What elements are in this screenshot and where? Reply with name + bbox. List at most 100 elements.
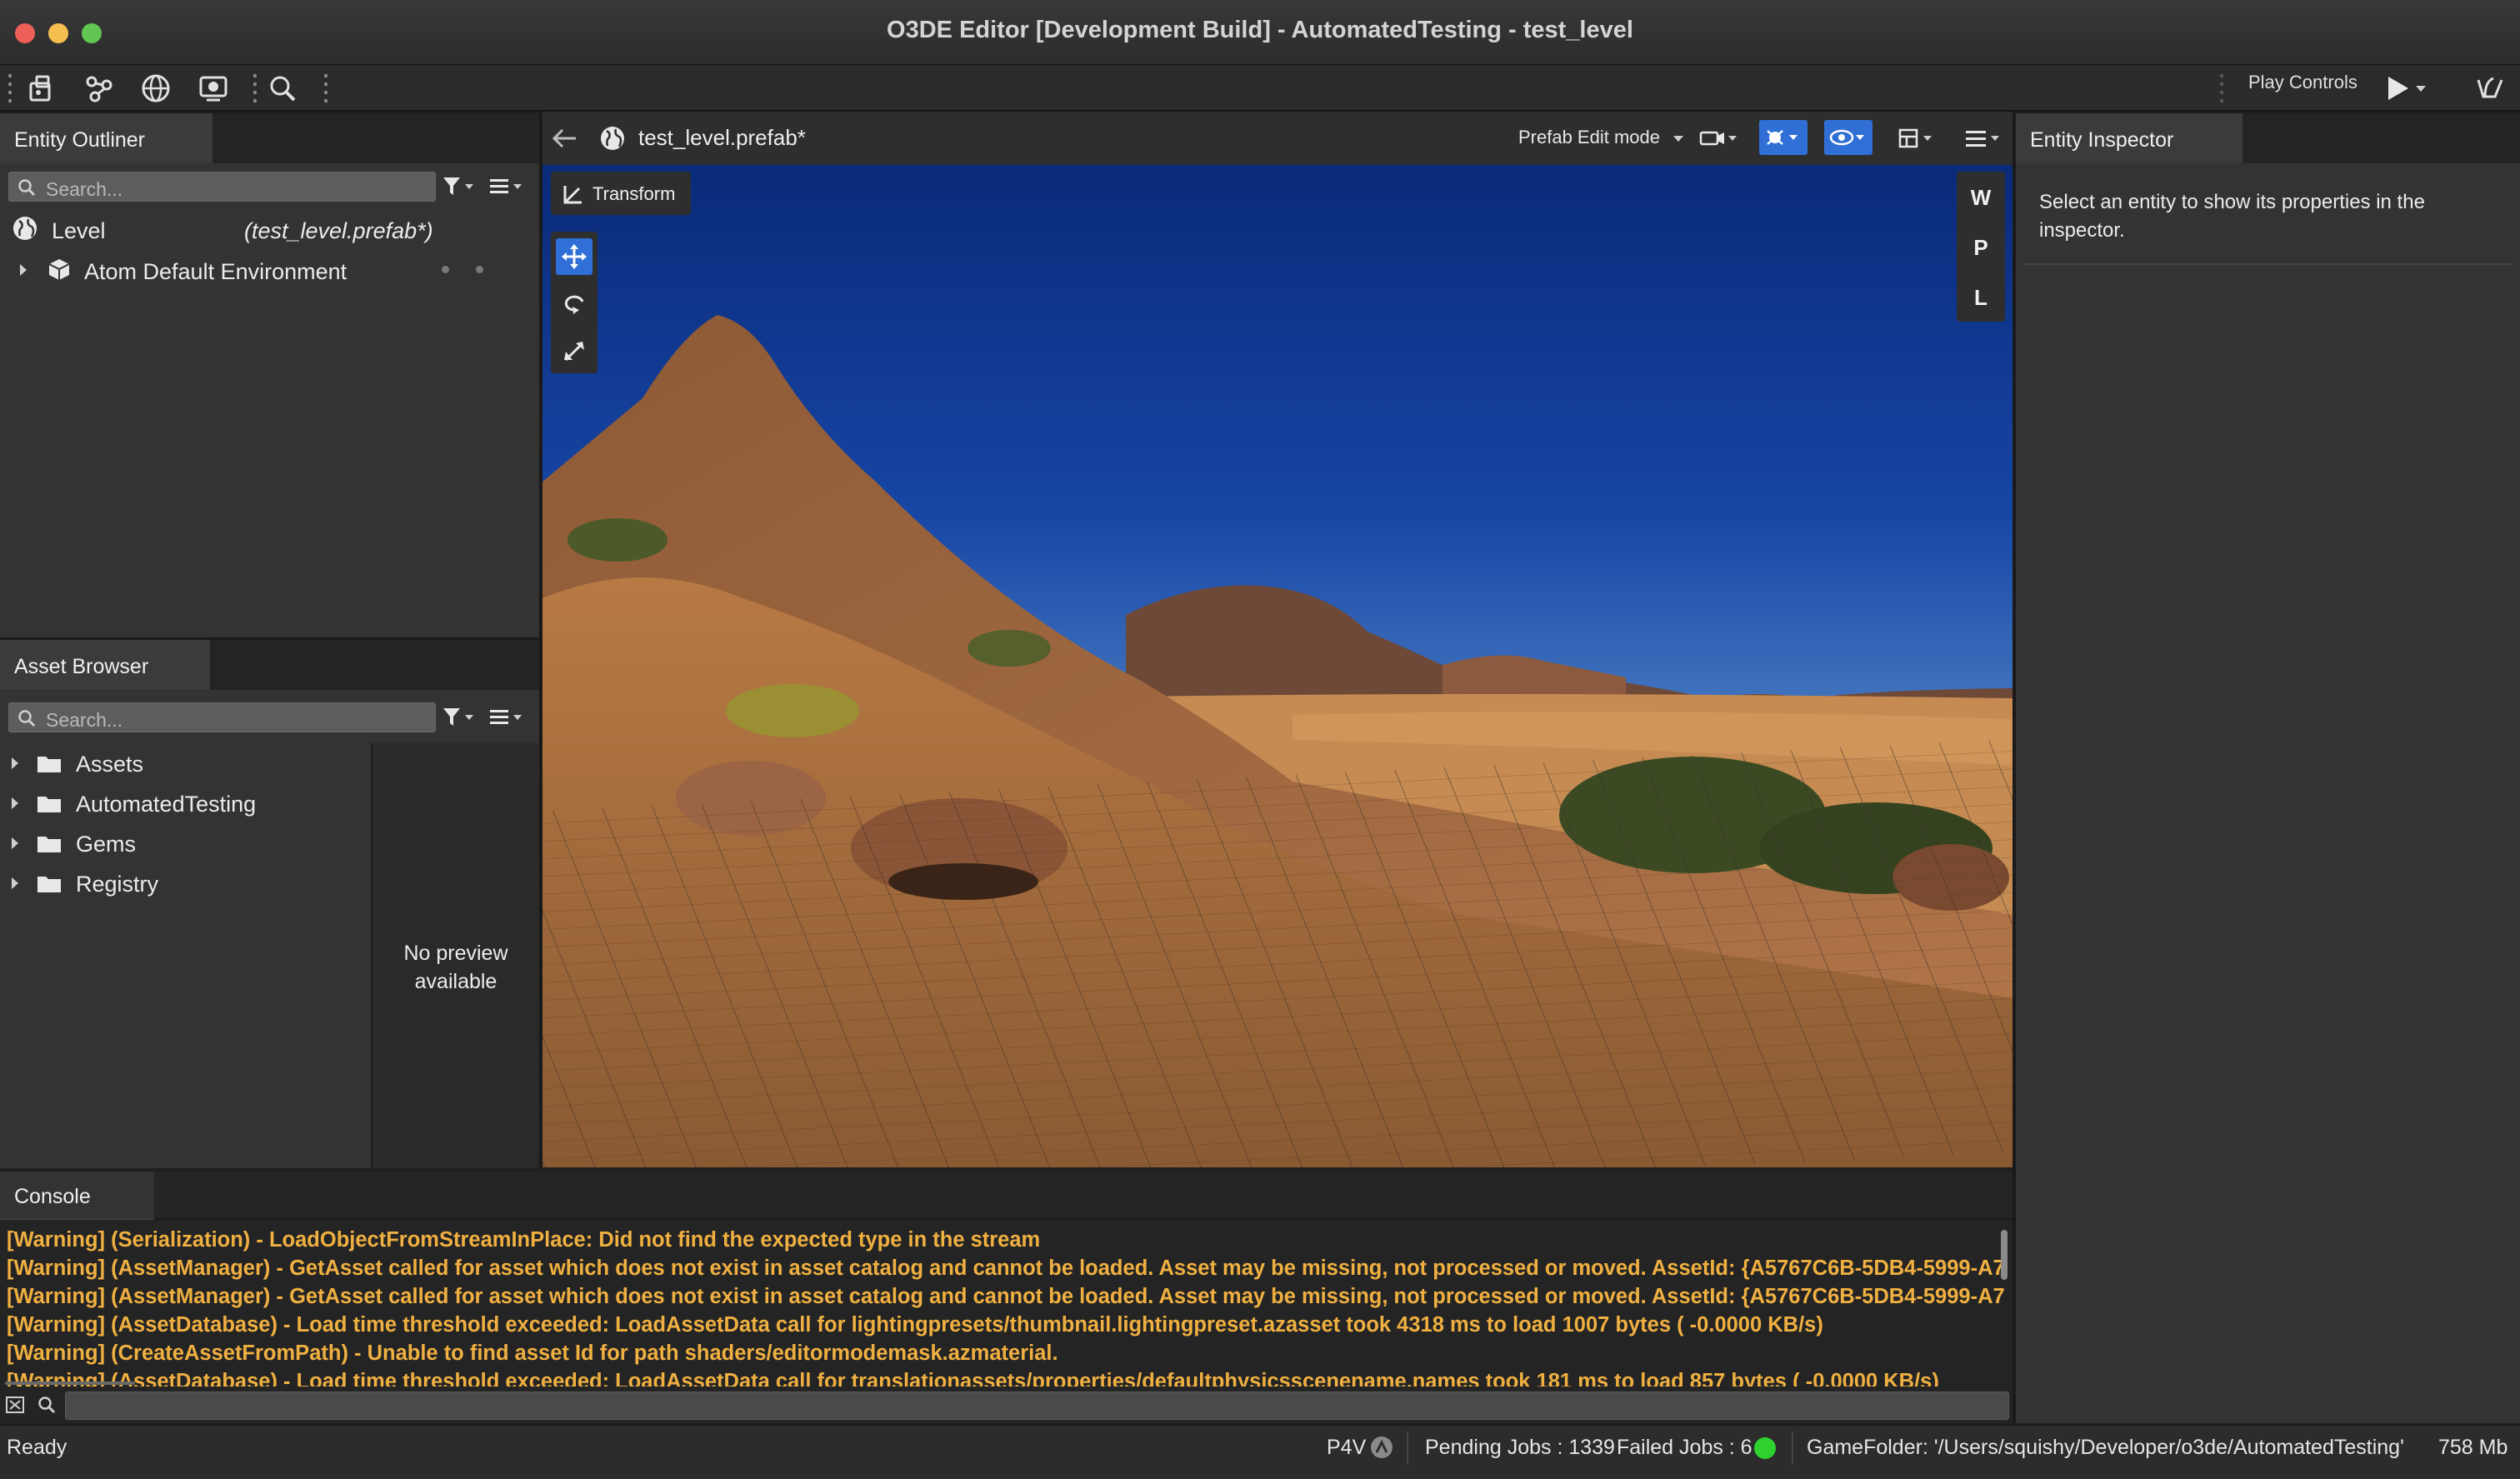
- tab-console[interactable]: Console: [0, 1172, 154, 1220]
- asset-preview-pane: No preview available: [371, 743, 539, 1168]
- console-line: [Warning] (Serialization) - LoadObjectFr…: [7, 1228, 1041, 1252]
- toolbar-separator: [324, 72, 328, 105]
- entity-row[interactable]: Atom Default Environment: [0, 252, 508, 288]
- scene-render: [542, 165, 2012, 1167]
- filter-icon[interactable]: [442, 706, 478, 729]
- console-log: [Warning] (Serialization) - LoadObjectFr…: [0, 1222, 2004, 1387]
- toolbar-grip: [2220, 72, 2223, 105]
- parent-space-button[interactable]: P: [1957, 235, 2005, 261]
- viewport-options-icon[interactable]: [1963, 125, 2005, 152]
- expand-arrow-icon[interactable]: [20, 264, 27, 276]
- list-options-icon[interactable]: [488, 175, 528, 198]
- folder-row[interactable]: Assets: [0, 743, 367, 783]
- failed-jobs[interactable]: Failed Jobs : 6: [1617, 1436, 1752, 1460]
- lock-dot-icon[interactable]: [476, 266, 483, 273]
- asset-search-input[interactable]: Search...: [8, 702, 436, 732]
- p4v-status-icon[interactable]: [1369, 1435, 1394, 1460]
- console-line: [Warning] (AssetDatabase) - Load time th…: [7, 1313, 1823, 1337]
- memory-usage: 758 Mb: [2438, 1436, 2508, 1459]
- folder-row[interactable]: Registry: [0, 863, 367, 903]
- world-space-button[interactable]: W: [1957, 185, 2005, 211]
- inspector-message-line2: inspector.: [2039, 219, 2125, 242]
- p4v-label[interactable]: P4V: [1327, 1436, 1366, 1460]
- divider: [2024, 263, 2512, 265]
- status-divider: [1407, 1432, 1408, 1465]
- expand-arrow-icon[interactable]: [12, 757, 18, 769]
- globe-icon[interactable]: [139, 72, 172, 105]
- expand-arrow-icon[interactable]: [12, 797, 18, 809]
- transform-button[interactable]: Transform: [551, 172, 691, 215]
- rotate-tool-icon[interactable]: [561, 290, 588, 317]
- pending-jobs: Pending Jobs : 1339: [1425, 1436, 1615, 1459]
- inspector-message: Select an entity to show its properties …: [2039, 188, 2506, 245]
- console-command-input[interactable]: [65, 1392, 2009, 1420]
- expand-arrow-icon[interactable]: [12, 837, 18, 849]
- play-game-button[interactable]: [2380, 72, 2413, 105]
- local-space-button[interactable]: L: [1957, 285, 2005, 311]
- expand-arrow-icon[interactable]: [12, 877, 18, 889]
- camera-icon[interactable]: [1698, 125, 1740, 152]
- folder-icon: [38, 757, 61, 772]
- folder-label: Gems: [76, 832, 137, 857]
- tab-entity-inspector[interactable]: Entity Inspector: [2016, 113, 2242, 163]
- level-prefab-name: (test_level.prefab*): [244, 218, 433, 243]
- globe-icon: [13, 217, 37, 240]
- inspector-message-line1: Select an entity to show its properties …: [2039, 191, 2425, 213]
- filter-icon[interactable]: [442, 175, 478, 198]
- scale-tool-icon[interactable]: [561, 338, 588, 365]
- globe-icon: [601, 127, 624, 150]
- title-bar: O3DE Editor [Development Build] - Automa…: [0, 0, 2520, 65]
- prefab-edit-mode-label: Prefab Edit mode: [1518, 127, 1660, 147]
- asset-processor-status-icon: [1754, 1437, 1776, 1459]
- folder-icon: [38, 837, 61, 852]
- status-ready: Ready: [7, 1436, 68, 1459]
- search-icon: [18, 179, 36, 197]
- visibility-toggle[interactable]: [1824, 120, 1872, 155]
- prefab-lock-icon[interactable]: [23, 72, 57, 105]
- tab-entity-outliner[interactable]: Entity Outliner: [0, 113, 212, 163]
- entity-outliner-panel: Entity Outliner Search... Level (test_le…: [0, 113, 539, 637]
- horizontal-scrollbar[interactable]: [5, 1382, 135, 1385]
- splitter-vertical[interactable]: [2012, 113, 2016, 1423]
- search-placeholder: Search...: [46, 709, 123, 731]
- back-arrow-icon[interactable]: [551, 125, 579, 152]
- asset-browser-panel: Asset Browser Search... Assets Automated…: [0, 640, 539, 1168]
- material-editor-icon[interactable]: [197, 72, 230, 105]
- chevron-down-icon: [1673, 135, 1684, 142]
- clear-console-icon[interactable]: [5, 1395, 27, 1415]
- debug-helpers-toggle[interactable]: [1759, 120, 1808, 155]
- folder-row[interactable]: AutomatedTesting: [0, 783, 367, 823]
- entity-label: Atom Default Environment: [84, 259, 348, 284]
- visibility-dot-icon[interactable]: [442, 266, 449, 273]
- folder-row[interactable]: Gems: [0, 823, 367, 863]
- main-toolbar: [0, 65, 2520, 112]
- layout-icon[interactable]: [1897, 125, 1938, 152]
- scripting-graph-icon[interactable]: [83, 72, 117, 105]
- prefab-edit-mode-dropdown[interactable]: Prefab Edit mode: [1518, 127, 1684, 148]
- console-scrollbar[interactable]: [2001, 1230, 2008, 1280]
- play-controls-label: Play Controls: [2248, 72, 2358, 92]
- console-line: [Warning] (AssetManager) - GetAsset call…: [7, 1257, 2004, 1280]
- transform-icon: [563, 186, 582, 204]
- window-title: O3DE Editor [Development Build] - Automa…: [887, 17, 1633, 43]
- folder-label: AutomatedTesting: [76, 792, 257, 817]
- asset-tree: Assets AutomatedTesting Gems Registry: [0, 743, 371, 1168]
- move-arrows-icon: [562, 244, 587, 269]
- tab-asset-browser[interactable]: Asset Browser: [0, 640, 210, 690]
- folder-label: Assets: [76, 752, 144, 777]
- entity-search-input[interactable]: Search...: [8, 172, 436, 202]
- list-options-icon[interactable]: [488, 706, 528, 729]
- viewport[interactable]: Transform W P L: [542, 165, 2012, 1167]
- chevron-down-icon[interactable]: [2413, 72, 2430, 105]
- toolbar-grip[interactable]: [8, 72, 12, 105]
- level-row[interactable]: Level (test_level.prefab*): [0, 210, 508, 247]
- console-line: [Warning] (AssetDatabase) - Load time th…: [7, 1370, 1939, 1387]
- folder-icon: [38, 797, 61, 812]
- move-tool-button[interactable]: [556, 238, 592, 275]
- search-icon: [18, 710, 36, 727]
- simulate-icon[interactable]: [2473, 72, 2507, 105]
- preview-text-line2: available: [414, 970, 498, 993]
- splitter-horizontal[interactable]: [0, 637, 539, 640]
- console-line: [Warning] (AssetManager) - GetAsset call…: [7, 1285, 2004, 1308]
- magnifier-icon[interactable]: [266, 72, 299, 105]
